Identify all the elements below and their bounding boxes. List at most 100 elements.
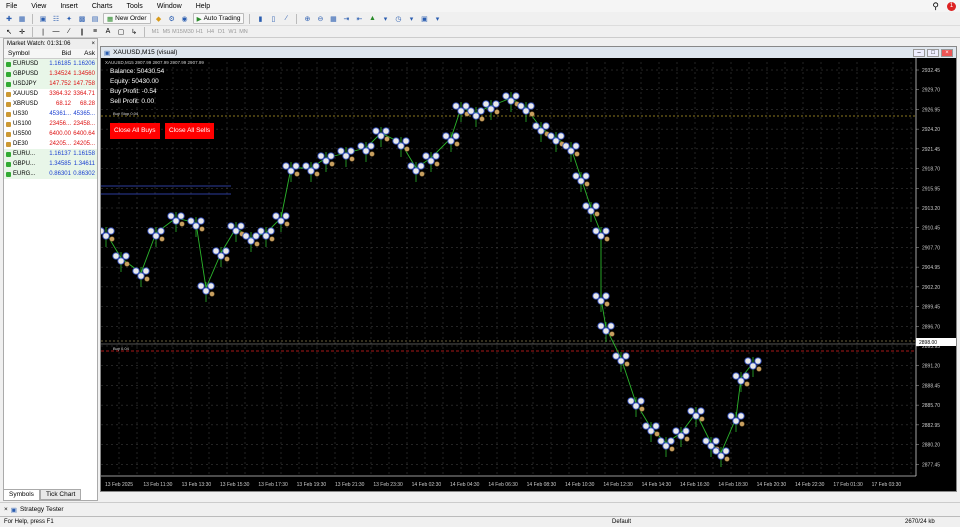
maximize-icon[interactable]: □ [927, 48, 939, 57]
trade-marker [269, 236, 275, 242]
time-label: 14 Feb 22:30 [795, 482, 825, 488]
new-order-icon: ▦ [107, 15, 114, 23]
timeframe-mn[interactable]: MN [238, 29, 249, 35]
options-icon[interactable]: ⚙ [167, 14, 177, 24]
close-all-buys-button[interactable]: Close All Buys [110, 123, 160, 139]
market-watch-row[interactable]: EURUSD 1.16185 1.16206 [4, 59, 97, 69]
text-tool-icon[interactable]: A [103, 27, 113, 37]
menu-tools[interactable]: Tools [126, 3, 142, 10]
search-icon[interactable]: ⚲ [932, 1, 939, 12]
close-icon[interactable]: × [941, 48, 953, 57]
status-bar: For Help, press F1 Default 2670/24 kb [0, 516, 960, 526]
trade-marker [232, 227, 240, 235]
time-label: 13 Feb 2025 [105, 482, 133, 488]
chart-window[interactable]: ▣ XAUUSD,M15 (visual) – □ × 2932.45 2929.… [100, 46, 957, 492]
indicators-dropdown-icon[interactable]: ▾ [380, 14, 390, 24]
equidistant-channel-icon[interactable]: ∥ [77, 27, 87, 37]
trade-marker [597, 297, 605, 305]
menu-charts[interactable]: Charts [92, 3, 113, 10]
trade-marker [252, 232, 260, 240]
profiles-icon[interactable]: ▦ [17, 14, 27, 24]
minimize-icon[interactable]: – [913, 48, 925, 57]
market-watch-row[interactable]: EURU... 1.16137 1.16158 [4, 149, 97, 159]
new-chart-icon[interactable]: ✚ [4, 14, 14, 24]
timeframe-h4[interactable]: H4 [205, 29, 216, 35]
market-watch-row[interactable]: DE30 24205... 24205... [4, 139, 97, 149]
symbol-status-icon [6, 101, 11, 107]
menu-insert[interactable]: Insert [60, 3, 78, 10]
header-ask[interactable]: Ask [73, 49, 97, 58]
templates-dropdown-icon[interactable]: ▾ [432, 14, 442, 24]
new-order-button[interactable]: ▦ New Order [103, 13, 151, 24]
market-watch-row[interactable]: USDJPY 147.752 147.758 [4, 79, 97, 89]
tab-symbols[interactable]: Symbols [3, 489, 40, 500]
periods-dropdown-icon[interactable]: ▾ [406, 14, 416, 24]
market-watch-row[interactable]: US30 45361... 45365... [4, 109, 97, 119]
auto-trading-button[interactable]: ▶ Auto Trading [192, 13, 245, 24]
timeframe-d1[interactable]: D1 [216, 29, 227, 35]
fibonacci-icon[interactable]: ≡ [90, 27, 100, 37]
trade-marker [582, 202, 590, 210]
market-watch-icon[interactable]: ▣ [38, 14, 48, 24]
templates-icon[interactable]: ▣ [419, 14, 429, 24]
autoscroll-icon[interactable]: ⇥ [341, 14, 351, 24]
vertical-line-icon[interactable]: ❘ [38, 27, 48, 37]
horizontal-line-icon[interactable]: — [51, 27, 61, 37]
timeframe-w1[interactable]: W1 [227, 29, 238, 35]
market-watch-row[interactable]: XBRUSD 68.12 68.28 [4, 99, 97, 109]
close-icon[interactable]: × [91, 39, 95, 49]
market-watch-row[interactable]: EURG... 0.86301 0.86302 [4, 169, 97, 179]
market-watch-row[interactable]: US500 6400.00 6400.64 [4, 129, 97, 139]
tester-icon[interactable]: ▤ [90, 14, 100, 24]
timeframe-m30[interactable]: M30 [183, 29, 194, 35]
shapes-icon[interactable]: ↳ [129, 27, 139, 37]
price-label: 2921.45 [922, 147, 940, 153]
trendline-icon[interactable]: ∕ [64, 27, 74, 37]
periods-icon[interactable]: ◷ [393, 14, 403, 24]
timeframe-h1[interactable]: H1 [194, 29, 205, 35]
signals-icon[interactable]: ◉ [180, 14, 190, 24]
trade-marker [447, 137, 455, 145]
data-window-icon[interactable]: ☷ [51, 14, 61, 24]
market-watch-row[interactable]: XAUUSD 3364.32 3364.71 [4, 89, 97, 99]
timeframe-m15[interactable]: M15 [172, 29, 183, 35]
tile-windows-icon[interactable]: ▦ [328, 14, 338, 24]
market-watch-row[interactable]: GBPU... 1.34585 1.34611 [4, 159, 97, 169]
timeframe-m1[interactable]: M1 [150, 29, 161, 35]
metaeditor-icon[interactable]: ◆ [154, 14, 164, 24]
close-all-sells-button[interactable]: Close All Sells [165, 123, 215, 139]
market-watch-row[interactable]: US100 23456... 23458... [4, 119, 97, 129]
account-info-panel: Balance: 50430.54 Equity: 50430.00 Buy P… [110, 67, 164, 107]
equity-text: Equity: 50430.00 [110, 78, 159, 85]
line-chart-icon[interactable]: ∕ [281, 14, 291, 24]
label-tool-icon[interactable]: ▢ [116, 27, 126, 37]
notification-icon[interactable]: 1 [947, 1, 956, 11]
trade-marker [592, 202, 600, 210]
tab-tick-chart[interactable]: Tick Chart [39, 489, 82, 500]
cursor-icon[interactable]: ↖ [4, 27, 14, 37]
menu-window[interactable]: Window [157, 3, 182, 10]
zoom-out-icon[interactable]: ⊖ [315, 14, 325, 24]
navigator-icon[interactable]: ✦ [64, 14, 74, 24]
candlestick-icon[interactable]: ▯ [268, 14, 278, 24]
crosshair-icon[interactable]: ✛ [17, 27, 27, 37]
price-chart[interactable]: 2932.45 2929.70 2926.95 2924.20 2921.45 2918.… [101, 58, 956, 491]
strategy-tester-tab[interactable]: Strategy Tester [20, 506, 64, 513]
market-watch-panel: Market Watch: 01:31:06 × Symbol Bid Ask … [3, 38, 98, 501]
zoom-in-icon[interactable]: ⊕ [302, 14, 312, 24]
close-icon[interactable]: × [4, 506, 8, 513]
menu-view[interactable]: View [31, 3, 46, 10]
trade-marker [637, 397, 645, 405]
timeframe-m5[interactable]: M5 [161, 29, 172, 35]
trade-marker [282, 162, 290, 170]
header-bid[interactable]: Bid [47, 49, 73, 58]
menu-help[interactable]: Help [196, 3, 210, 10]
header-symbol[interactable]: Symbol [4, 49, 47, 58]
menu-file[interactable]: File [6, 3, 17, 10]
terminal-icon[interactable]: ▩ [77, 14, 87, 24]
chart-title-bar[interactable]: ▣ XAUUSD,M15 (visual) [101, 47, 956, 58]
market-watch-row[interactable]: GBPUSD 1.34524 1.34560 [4, 69, 97, 79]
indicators-icon[interactable]: ▲ [367, 14, 377, 24]
bar-chart-icon[interactable]: ▮ [255, 14, 265, 24]
chart-shift-icon[interactable]: ⇤ [354, 14, 364, 24]
